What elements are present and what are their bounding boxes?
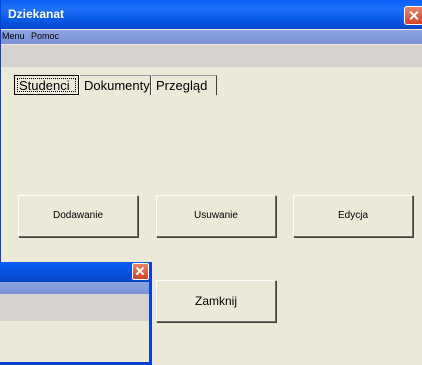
secondary-menu-bar <box>0 282 149 294</box>
title-bar[interactable]: Dziekanat <box>1 0 422 29</box>
tab-przeglad[interactable]: Przegląd <box>151 75 217 95</box>
menu-item-menu[interactable]: Menu <box>2 31 25 41</box>
secondary-toolbar-band <box>0 294 149 321</box>
tab-dokumenty[interactable]: Dokumenty <box>79 75 151 95</box>
add-button[interactable]: Dodawanie <box>18 195 138 237</box>
menu-bar: Menu Pomoc <box>1 30 422 44</box>
window-title: Dziekanat <box>8 7 65 21</box>
toolbar-band <box>1 45 422 67</box>
secondary-title-bar[interactable] <box>0 262 149 282</box>
secondary-close-icon[interactable] <box>132 263 149 280</box>
edit-button[interactable]: Edycja <box>293 195 413 237</box>
secondary-window <box>0 262 152 365</box>
tab-studenci[interactable]: Studenci <box>14 75 79 95</box>
close-button[interactable]: Zamknij <box>156 280 276 322</box>
close-icon[interactable] <box>404 6 422 25</box>
remove-button[interactable]: Usuwanie <box>156 195 276 237</box>
menu-item-help[interactable]: Pomoc <box>31 31 59 41</box>
